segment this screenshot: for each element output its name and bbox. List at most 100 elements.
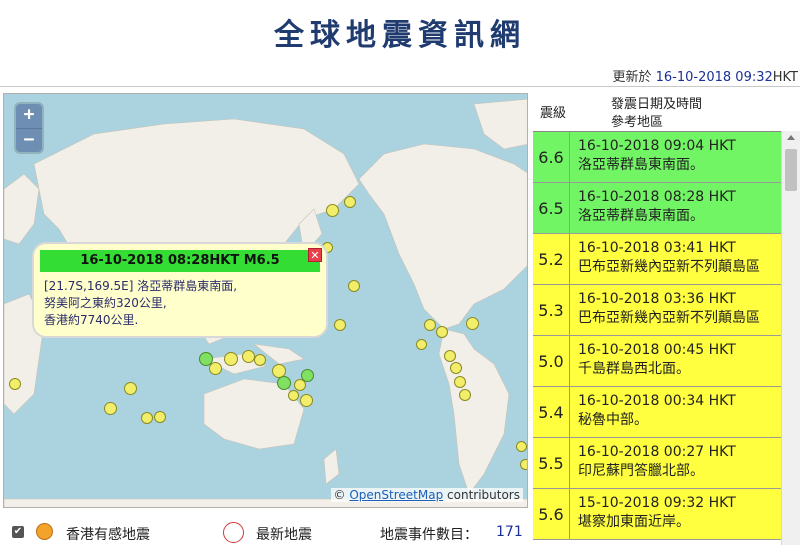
quake-marker[interactable]	[288, 390, 299, 401]
row-info: 16-10-2018 00:34 HKT 秘魯中部。	[578, 392, 736, 430]
row-magnitude: 5.3	[533, 285, 570, 336]
quake-list-row[interactable]: 5.5 16-10-2018 00:27 HKT 印尼蘇門答臘北部。	[533, 438, 781, 489]
header-region: 參考地區	[611, 115, 664, 130]
map-legend: ✔ 香港有感地震 最新地震 地震事件數目： 171	[8, 522, 528, 544]
quake-marker[interactable]	[344, 196, 356, 208]
hk-felt-marker-icon	[36, 523, 53, 540]
copyright-symbol: ©	[333, 488, 346, 502]
scroll-up-icon[interactable]	[787, 135, 795, 140]
quake-marker[interactable]	[334, 319, 346, 331]
quake-list-row[interactable]: 5.0 16-10-2018 00:45 HKT 千島群島西北面。	[533, 336, 781, 387]
quake-marker[interactable]	[326, 204, 339, 217]
row-info: 15-10-2018 09:32 HKT 堪察加東面近岸。	[578, 494, 736, 532]
row-info: 16-10-2018 09:04 HKT 洛亞蒂群島東南面。	[578, 137, 736, 175]
row-datetime: 16-10-2018 03:36 HKT	[578, 291, 736, 307]
row-magnitude: 5.6	[533, 489, 570, 540]
list-scrollbar[interactable]	[781, 131, 800, 545]
quake-marker[interactable]	[436, 326, 448, 338]
latest-quake-label: 最新地震	[256, 527, 312, 543]
event-count-label: 地震事件數目：	[380, 527, 478, 543]
row-magnitude: 5.0	[533, 336, 570, 387]
quake-list-row[interactable]: 5.2 16-10-2018 03:41 HKT 巴布亞新幾內亞新不列顛島區	[533, 234, 781, 285]
quake-marker[interactable]	[450, 362, 462, 374]
quake-marker[interactable]	[141, 412, 153, 424]
popup-line: 努美阿之東約320公里,	[44, 296, 167, 310]
row-region: 千島群島西北面。	[578, 361, 690, 377]
zoom-in-button[interactable]: +	[16, 104, 42, 128]
updated-label: 更新於	[612, 70, 652, 85]
row-region: 秘魯中部。	[578, 412, 648, 428]
row-region: 印尼蘇門答臘北部。	[578, 463, 704, 479]
row-info: 16-10-2018 03:36 HKT 巴布亞新幾內亞新不列顛島區	[578, 290, 760, 328]
quake-marker[interactable]	[224, 352, 238, 366]
zoom-control: + −	[16, 104, 42, 152]
row-magnitude: 5.2	[533, 234, 570, 285]
latest-quake-ring-icon	[223, 522, 244, 543]
hk-felt-checkbox[interactable]: ✔	[12, 526, 24, 538]
quake-marker[interactable]	[466, 317, 479, 330]
quake-list[interactable]: 6.6 16-10-2018 09:04 HKT 洛亞蒂群島東南面。 6.5 16-10…	[533, 131, 800, 545]
updated-suffix: HKT	[772, 70, 798, 85]
quake-list-row[interactable]: 5.4 16-10-2018 00:34 HKT 秘魯中部。	[533, 387, 781, 438]
map-attribution: © OpenStreetMap contributors	[330, 488, 523, 502]
row-region: 堪察加東面近岸。	[578, 514, 690, 530]
popup-line: 香港約7740公里.	[44, 313, 139, 327]
popup-title: 16-10-2018 08:28HKT M6.5	[40, 250, 320, 272]
quake-marker[interactable]	[348, 280, 360, 292]
row-info: 16-10-2018 03:41 HKT 巴布亞新幾內亞新不列顛島區	[578, 239, 760, 277]
event-count-value: 171	[496, 524, 523, 540]
zoom-out-button[interactable]: −	[16, 128, 42, 152]
update-timestamp: 更新於 16-10-2018 09:32HKT	[612, 66, 798, 85]
row-region: 洛亞蒂群島東南面。	[578, 208, 704, 224]
attribution-text: contributors	[443, 488, 520, 502]
row-magnitude: 5.5	[533, 438, 570, 489]
row-region: 巴布亞新幾內亞新不列顛島區	[578, 310, 760, 326]
header-magnitude: 震級	[540, 106, 567, 121]
row-datetime: 16-10-2018 00:27 HKT	[578, 444, 736, 460]
row-magnitude: 6.6	[533, 132, 570, 183]
scroll-thumb[interactable]	[785, 149, 797, 191]
quake-marker-recent[interactable]	[277, 376, 291, 390]
osm-link[interactable]: OpenStreetMap	[349, 488, 443, 502]
quake-marker[interactable]	[444, 350, 456, 362]
quake-list-row[interactable]: 5.6 15-10-2018 09:32 HKT 堪察加東面近岸。	[533, 489, 781, 540]
quake-list-row[interactable]: 6.5 16-10-2018 08:28 HKT 洛亞蒂群島東南面。	[533, 183, 781, 234]
quake-list-row[interactable]: 5.3 16-10-2018 03:36 HKT 巴布亞新幾內亞新不列顛島區	[533, 285, 781, 336]
quake-marker[interactable]	[416, 339, 427, 350]
quake-marker[interactable]	[9, 378, 21, 390]
quake-marker[interactable]	[424, 319, 436, 331]
row-region: 洛亞蒂群島東南面。	[578, 157, 704, 173]
row-info: 16-10-2018 08:28 HKT 洛亞蒂群島東南面。	[578, 188, 736, 226]
quake-list-header: 震級 發震日期及時間 參考地區	[533, 93, 800, 130]
quake-marker[interactable]	[454, 376, 466, 388]
row-datetime: 16-10-2018 09:04 HKT	[578, 138, 736, 154]
quake-marker[interactable]	[516, 441, 527, 452]
quake-popup: 16-10-2018 08:28HKT M6.5 ✕ [21.7S,169.5E…	[32, 242, 328, 338]
quake-marker-recent[interactable]	[301, 369, 314, 382]
header-datetime: 發震日期及時間	[611, 97, 703, 112]
earthquake-map[interactable]: + − 16-10-2018 08:28HKT M6.5 ✕ [21.7S,16…	[3, 93, 528, 508]
popup-body: [21.7S,169.5E] 洛亞蒂群島東南面, 努美阿之東約320公里, 香港…	[44, 278, 237, 329]
quake-marker[interactable]	[154, 411, 166, 423]
row-magnitude: 5.4	[533, 387, 570, 438]
popup-line: [21.7S,169.5E] 洛亞蒂群島東南面,	[44, 279, 238, 293]
close-icon[interactable]: ✕	[308, 248, 322, 262]
quake-marker[interactable]	[459, 389, 471, 401]
quake-marker[interactable]	[104, 402, 117, 415]
row-info: 16-10-2018 00:45 HKT 千島群島西北面。	[578, 341, 736, 379]
quake-list-row[interactable]: 6.6 16-10-2018 09:04 HKT 洛亞蒂群島東南面。	[533, 132, 781, 183]
row-datetime: 16-10-2018 00:45 HKT	[578, 342, 736, 358]
hk-felt-label: 香港有感地震	[66, 527, 150, 543]
row-info: 16-10-2018 00:27 HKT 印尼蘇門答臘北部。	[578, 443, 736, 481]
row-datetime: 16-10-2018 08:28 HKT	[578, 189, 736, 205]
row-datetime: 16-10-2018 00:34 HKT	[578, 393, 736, 409]
quake-marker[interactable]	[520, 459, 527, 470]
quake-marker[interactable]	[300, 394, 313, 407]
row-magnitude: 6.5	[533, 183, 570, 234]
row-datetime: 16-10-2018 03:41 HKT	[578, 240, 736, 256]
row-datetime: 15-10-2018 09:32 HKT	[578, 495, 736, 511]
updated-time: 16-10-2018 09:32	[655, 70, 773, 85]
quake-marker-recent[interactable]	[199, 352, 213, 366]
title-divider	[0, 86, 800, 87]
quake-marker[interactable]	[124, 382, 137, 395]
